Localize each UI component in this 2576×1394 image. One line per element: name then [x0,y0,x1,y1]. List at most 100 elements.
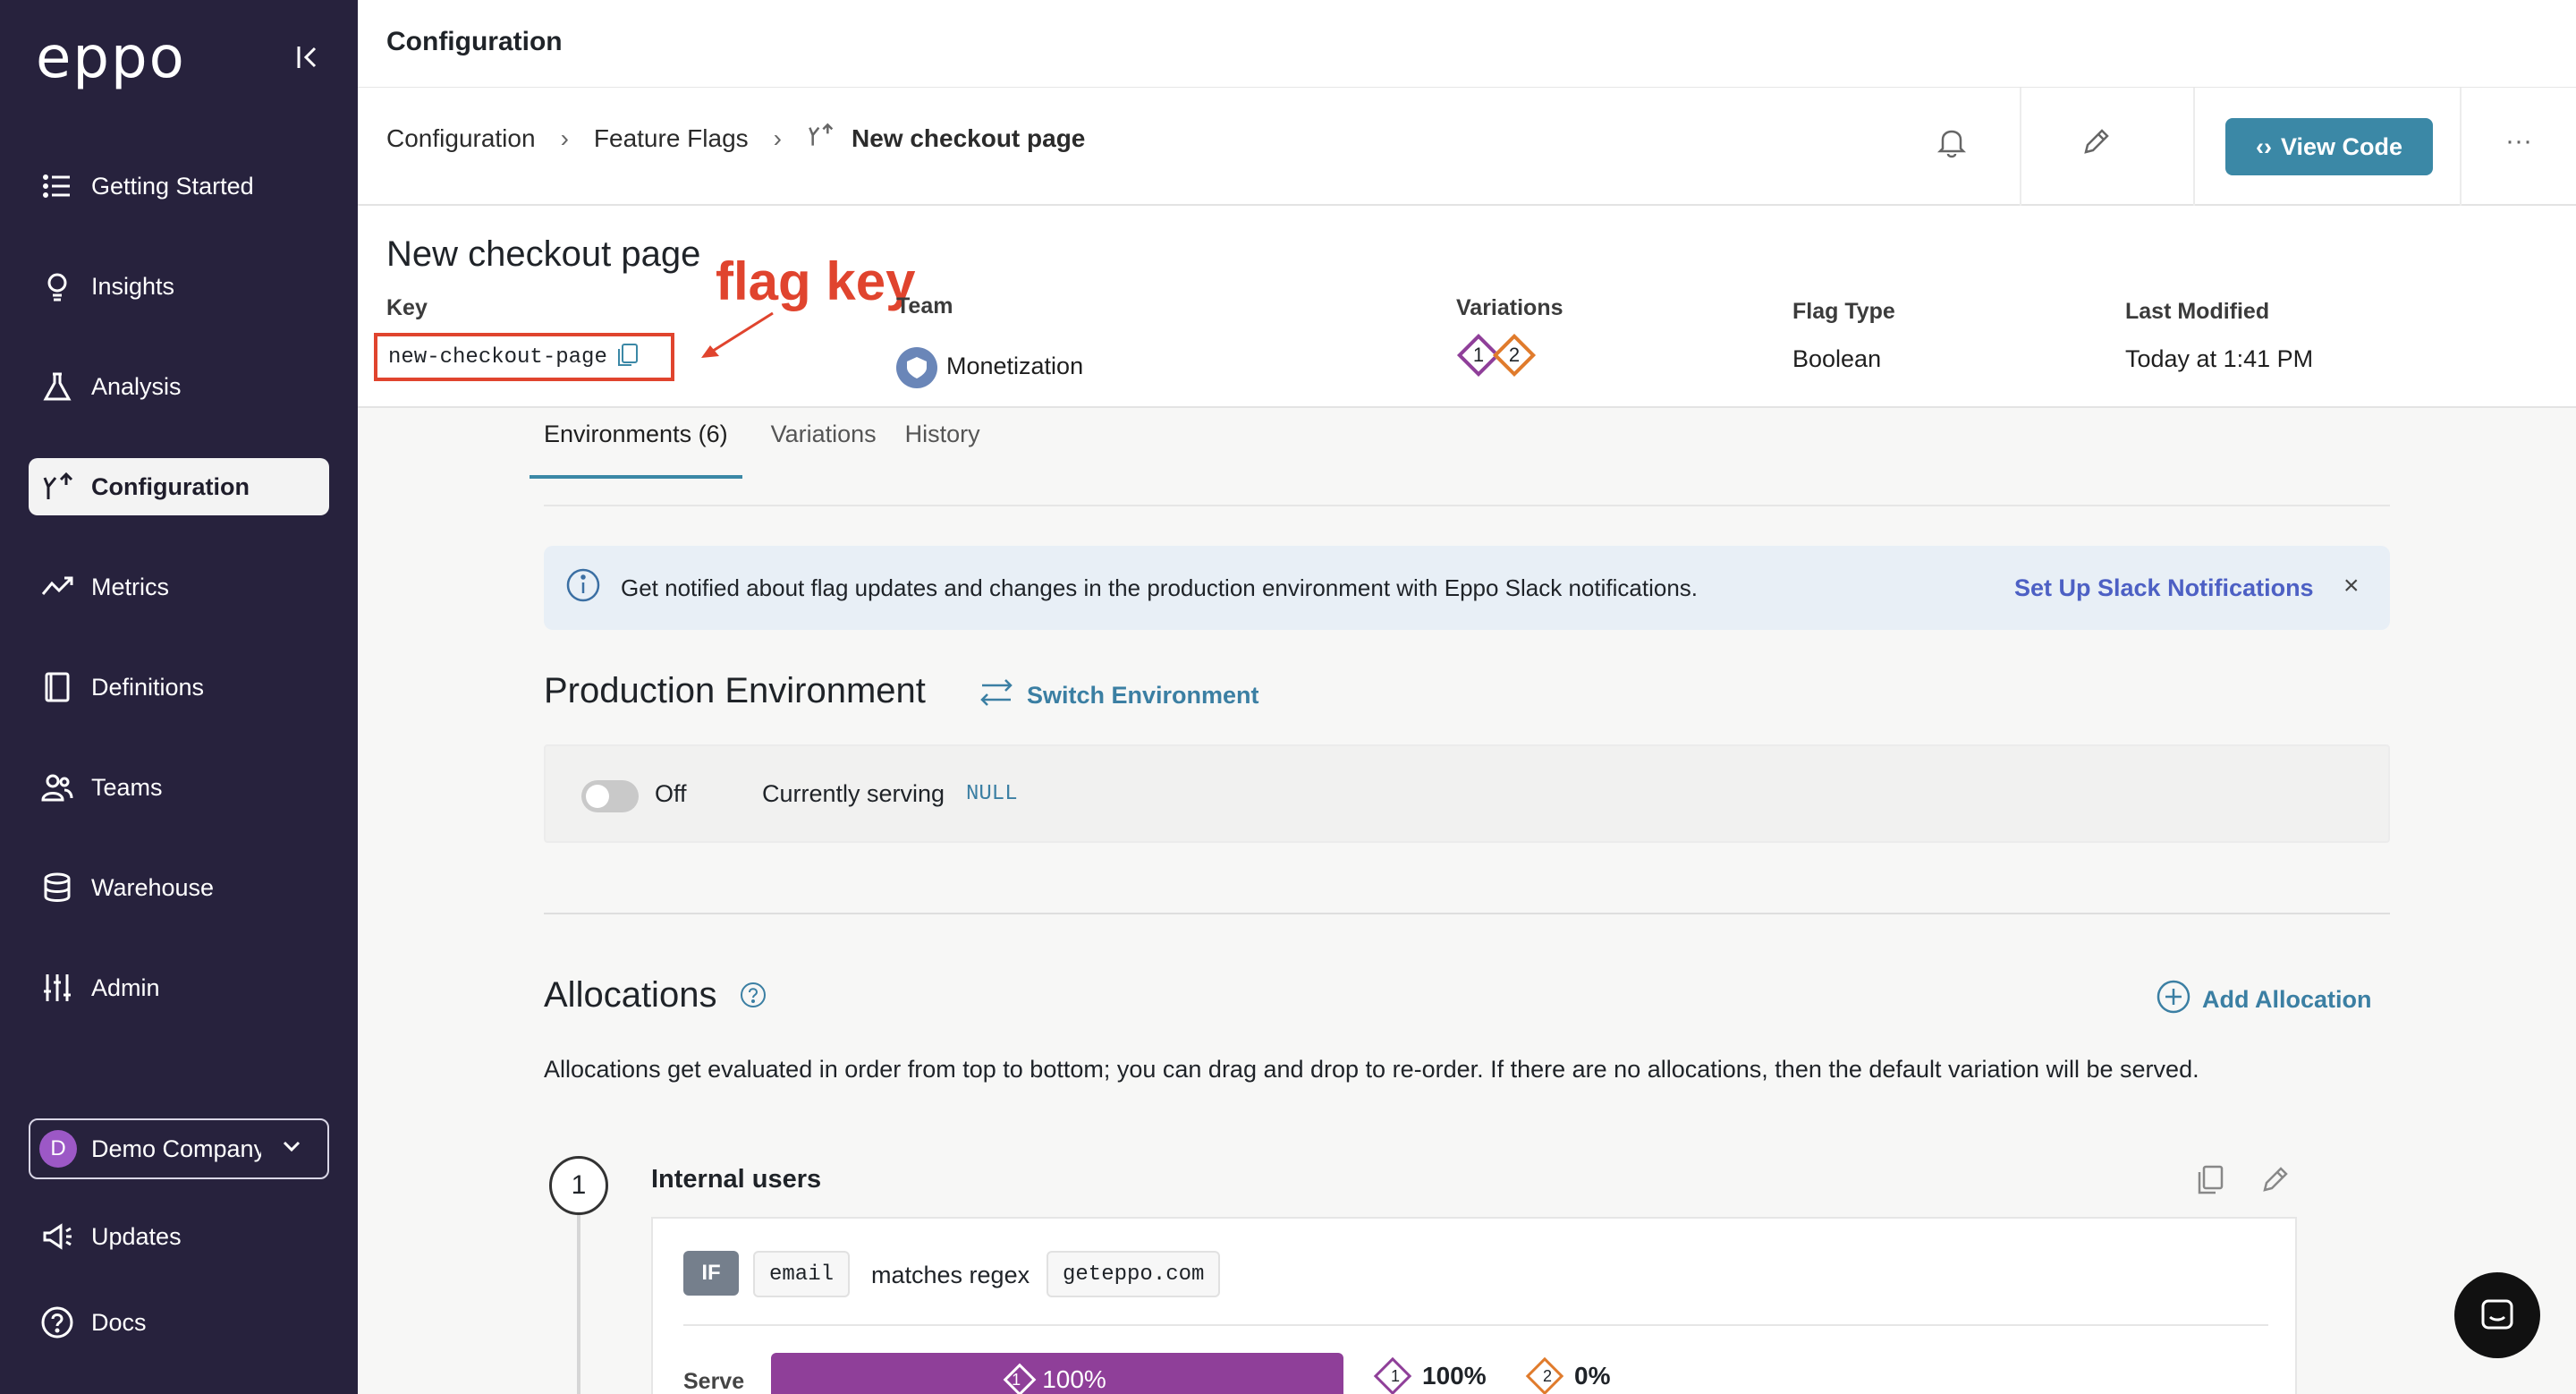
top-bar: Configuration [358,0,2576,88]
flask-icon [39,369,75,404]
allocations-title: Allocations [544,975,767,1017]
chat-launcher-icon[interactable] [2454,1272,2540,1358]
sidebar-item-getting-started[interactable]: Getting Started [29,157,329,215]
variation-split-1: 1 100% [1373,1356,1487,1394]
sidebar-item-label: Teams [91,773,163,801]
split-1-pct: 100% [1422,1362,1487,1390]
serve-label: Serve [683,1369,745,1394]
flag-key-box: new-checkout-page [374,333,674,381]
breadcrumb-current: New checkout page [851,123,1086,152]
switch-environment-button[interactable]: Switch Environment [979,676,1259,715]
last-modified: Today at 1:41 PM [2125,345,2314,372]
toggle-label: Off [655,780,687,807]
tab-history[interactable]: History [905,421,980,479]
team-shield-icon [896,347,937,388]
flag-branch-icon [807,122,834,155]
sidebar-item-label: Admin [91,973,160,1001]
serve-percent: 100% [1042,1365,1106,1393]
breadcrumb-bar: Configuration › Feature Flags › New chec… [358,88,2576,206]
allocation-order: 1 [549,1156,608,1215]
plus-circle-icon [2156,979,2191,1021]
sidebar-item-metrics[interactable]: Metrics [29,558,329,616]
sidebar-item-label: Configuration [91,472,250,500]
chevron-down-icon [279,1134,304,1165]
tab-underline [544,505,2390,506]
page-title: Configuration [386,27,563,56]
sidebar-item-label: Metrics [91,573,169,600]
variations-label: Variations [1456,295,1563,320]
collapse-sidebar-icon[interactable] [290,39,326,75]
flag-key: new-checkout-page [388,344,607,370]
toggle-knob [586,785,609,808]
view-code-label: View Code [2280,132,2403,160]
flag-type-label: Flag Type [1792,299,1895,324]
rule-divider [683,1324,2268,1326]
code-icon: ‹› [2255,132,2272,160]
swap-icon [979,676,1014,715]
if-badge: IF [683,1251,739,1296]
sidebar-item-label: Updates [91,1222,182,1250]
serving-label: Currently serving [762,780,945,807]
sidebar-item-teams[interactable]: Teams [29,759,329,816]
bell-icon[interactable] [1925,115,1979,168]
view-code-button[interactable]: ‹› View Code [2225,118,2433,175]
serve-variation-bar[interactable]: 1 100% [771,1353,1343,1394]
flag-title: New checkout page [386,234,701,274]
sidebar-item-label: Warehouse [91,873,215,901]
sidebar-item-admin[interactable]: Admin [29,959,329,1016]
setup-slack-link[interactable]: Set Up Slack Notifications [2014,574,2314,602]
section-divider [544,913,2390,914]
tab-environments[interactable]: Environments (6) [530,421,742,479]
sidebar-item-label: Definitions [91,673,205,701]
allocation-rule-box: IF email matches regex geteppo.com Serve… [651,1217,2297,1394]
team-name[interactable]: Monetization [946,353,1083,380]
breadcrumb-feature-flags[interactable]: Feature Flags [594,124,749,153]
sidebar-item-label: Getting Started [91,172,254,200]
tab-bar: Environments (6) Variations History [530,421,1009,479]
allocations-description: Allocations get evaluated in order from … [544,1056,2199,1083]
sidebar-item-warehouse[interactable]: Warehouse [29,859,329,916]
sidebar-item-analysis[interactable]: Analysis [29,358,329,415]
help-icon[interactable] [740,977,767,1017]
help-icon [39,1305,75,1340]
sidebar-item-updates[interactable]: Updates [29,1208,329,1265]
breadcrumb-configuration[interactable]: Configuration [386,124,536,153]
info-icon [565,567,601,609]
environment-toggle[interactable] [581,780,639,812]
environment-status-box: Off Currently serving NULL [544,744,2390,843]
banner-text: Get notified about flag updates and chan… [621,574,1698,601]
allocations-title-text: Allocations [544,975,717,1015]
sidebar-item-insights[interactable]: Insights [29,258,329,315]
pencil-icon[interactable] [2070,115,2123,168]
sidebar-item-label: Docs [91,1308,147,1336]
variation-2-number: 2 [1508,344,1521,366]
allocation-order-line [577,1215,580,1394]
tab-variations[interactable]: Variations [771,421,877,479]
slack-banner: Get notified about flag updates and chan… [544,546,2390,630]
eppo-logo[interactable]: eppo [36,25,186,91]
serving-value: NULL [966,782,1018,806]
company-switcher[interactable]: D Demo Company [29,1118,329,1179]
duplicate-icon[interactable] [2193,1161,2229,1202]
sidebar-item-definitions[interactable]: Definitions [29,659,329,716]
switch-environment-label: Switch Environment [1027,682,1259,709]
team-label: Team [896,293,953,319]
close-icon[interactable]: × [2343,571,2360,601]
add-allocation-button[interactable]: Add Allocation [2156,979,2372,1021]
divider [2020,88,2021,206]
pencil-icon[interactable] [2258,1161,2293,1202]
variation-1-diamond [1373,1356,1412,1394]
copy-icon[interactable] [614,341,641,374]
variation-split-2: 2 0% [1525,1356,1611,1394]
sidebar-item-label: Insights [91,272,175,300]
more-options-icon[interactable]: ··· [2492,115,2546,168]
sidebar: eppo Getting Started Insights Analysis C… [0,0,358,1394]
sliders-icon [39,970,75,1006]
split-2-pct: 0% [1574,1362,1611,1390]
sidebar-item-docs[interactable]: Docs [29,1294,329,1351]
flag-type: Boolean [1792,345,1882,372]
sidebar-item-configuration[interactable]: Configuration [29,458,329,515]
value-chip: geteppo.com [1046,1251,1221,1297]
last-modified-label: Last Modified [2125,299,2270,324]
chevron-right-icon: › [773,123,782,152]
